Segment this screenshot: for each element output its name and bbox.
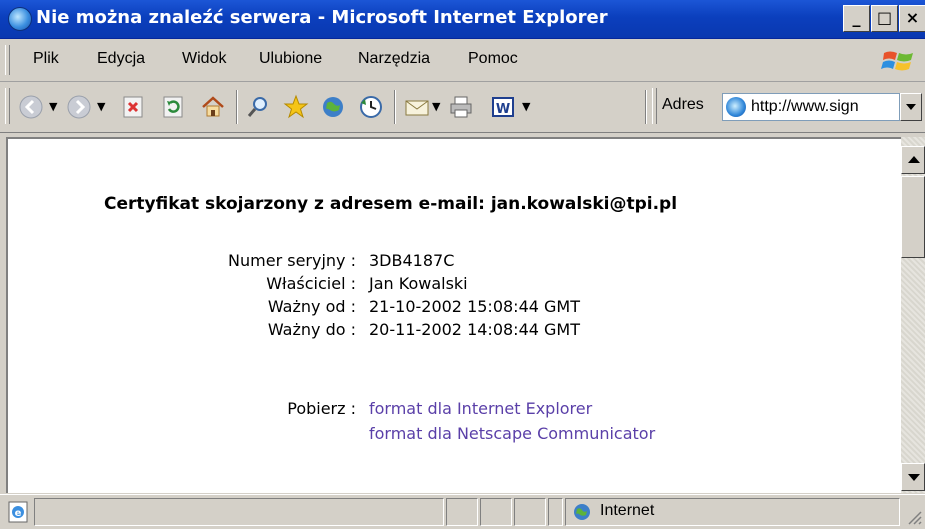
- scroll-up-button[interactable]: [901, 146, 925, 174]
- globe-icon: [574, 504, 590, 520]
- address-url[interactable]: http://www.sign: [751, 98, 859, 116]
- address-bar-grip[interactable]: [652, 88, 657, 124]
- standard-toolbar: ▼ ▼ ▼ W ▼ Adres http://www.sign: [0, 82, 925, 133]
- address-input[interactable]: http://www.sign: [722, 93, 900, 121]
- menu-item-widok[interactable]: Widok: [182, 50, 226, 68]
- menu-bar: Plik Edycja Widok Ulubione Narzędzia Pom…: [0, 39, 925, 82]
- mail-icon[interactable]: [404, 94, 430, 120]
- word-edit-icon[interactable]: W: [490, 94, 516, 120]
- certificate-heading: Certyfikat skojarzony z adresem e-mail: …: [104, 194, 678, 214]
- window-title: Nie można znaleźć serwera - Microsoft In…: [36, 7, 608, 28]
- windows-logo-icon: [881, 51, 913, 71]
- resize-grip-icon[interactable]: [906, 509, 922, 525]
- forward-icon[interactable]: [66, 94, 92, 120]
- zone-label: Internet: [600, 502, 655, 519]
- favorites-icon[interactable]: [283, 94, 309, 120]
- owner-label: Właściciel :: [266, 274, 356, 293]
- edit-dropdown-icon[interactable]: ▼: [522, 100, 530, 113]
- page-icon: [726, 97, 746, 117]
- zone-panel[interactable]: Internet: [565, 498, 900, 526]
- page-status-icon: e: [8, 501, 28, 523]
- menu-item-pomoc[interactable]: Pomoc: [468, 50, 518, 68]
- toolbar-separator: [645, 90, 647, 124]
- status-panel: [514, 498, 546, 526]
- status-panel: [480, 498, 512, 526]
- forward-dropdown-icon[interactable]: ▼: [97, 100, 105, 113]
- toolbar-separator: [394, 90, 396, 124]
- valid-to-label: Ważny do :: [267, 320, 356, 339]
- ie-logo-icon[interactable]: [8, 7, 32, 31]
- print-icon[interactable]: [448, 94, 474, 120]
- download-netscape-link[interactable]: format dla Netscape Communicator: [369, 424, 655, 443]
- valid-from-label: Ważny od :: [267, 297, 356, 316]
- menu-item-plik[interactable]: Plik: [33, 50, 59, 68]
- download-ie-link[interactable]: format dla Internet Explorer: [369, 399, 592, 418]
- status-panel: [446, 498, 478, 526]
- home-icon[interactable]: [200, 94, 226, 120]
- toolbar-separator: [236, 90, 238, 124]
- status-bar: e Internet: [0, 494, 925, 529]
- scroll-down-button[interactable]: [901, 463, 925, 491]
- media-icon[interactable]: [320, 94, 346, 120]
- back-dropdown-icon[interactable]: ▼: [49, 100, 57, 113]
- serial-number-label: Numer seryjny :: [228, 251, 356, 270]
- scroll-thumb[interactable]: [901, 176, 925, 258]
- valid-to-value: 20-11-2002 14:08:44 GMT: [369, 320, 580, 339]
- maximize-button[interactable]: □: [871, 5, 898, 32]
- title-bar[interactable]: Nie można znaleźć serwera - Microsoft In…: [0, 0, 925, 39]
- menu-item-ulubione[interactable]: Ulubione: [259, 50, 322, 68]
- toolbar-grip[interactable]: [5, 88, 10, 124]
- search-icon[interactable]: [246, 94, 272, 120]
- valid-from-value: 21-10-2002 15:08:44 GMT: [369, 297, 580, 316]
- menu-item-edycja[interactable]: Edycja: [97, 50, 145, 68]
- address-dropdown-button[interactable]: [900, 93, 922, 121]
- status-message-panel: [34, 498, 444, 526]
- owner-value: Jan Kowalski: [369, 274, 468, 293]
- back-icon[interactable]: [18, 94, 44, 120]
- svg-text:W: W: [496, 102, 510, 117]
- menu-grip[interactable]: [5, 45, 10, 75]
- mail-dropdown-icon[interactable]: ▼: [432, 100, 440, 113]
- history-icon[interactable]: [358, 94, 384, 120]
- status-panel: [548, 498, 563, 526]
- serial-number-value: 3DB4187C: [369, 251, 455, 270]
- menu-item-narzedzia[interactable]: Narzędzia: [358, 50, 430, 68]
- refresh-icon[interactable]: [160, 94, 186, 120]
- minimize-button[interactable]: _: [843, 5, 870, 32]
- svg-text:e: e: [15, 508, 22, 519]
- download-label: Pobierz :: [287, 399, 356, 418]
- close-button[interactable]: ×: [899, 5, 925, 32]
- stop-icon[interactable]: [120, 94, 146, 120]
- address-label: Adres: [662, 96, 704, 113]
